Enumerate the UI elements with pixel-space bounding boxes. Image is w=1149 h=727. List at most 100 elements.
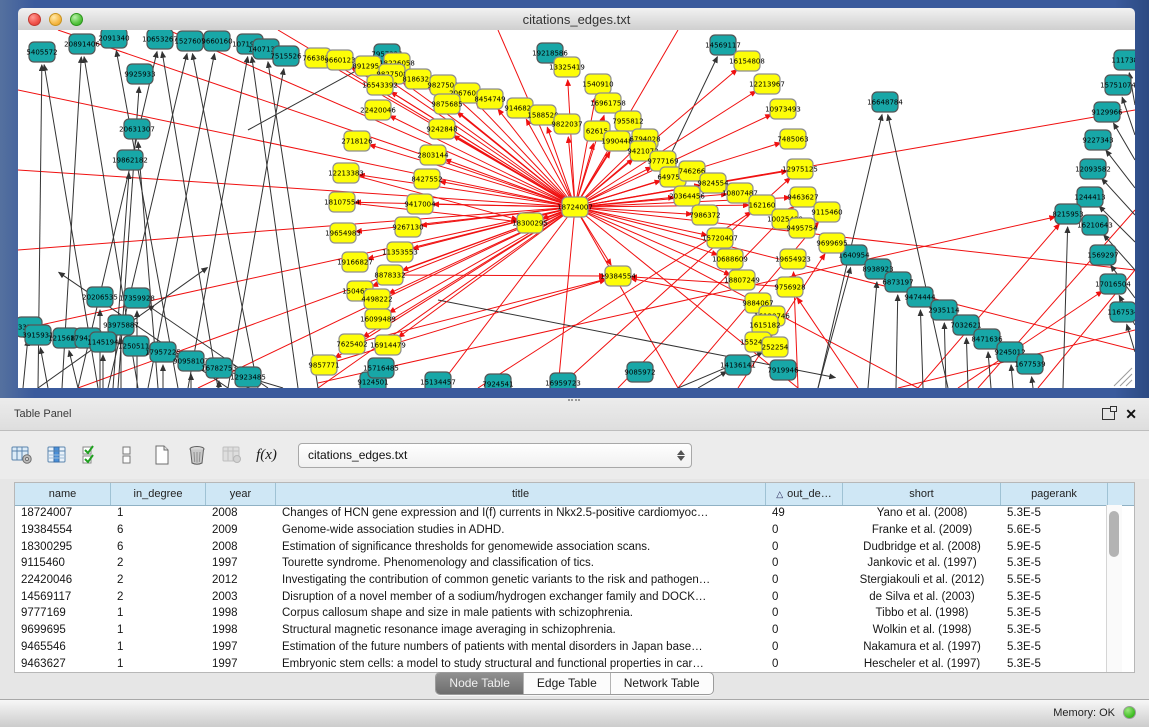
table-cell[interactable]: 1 — [111, 641, 206, 653]
graph-node[interactable]: 20631307 — [119, 119, 155, 139]
graph-node[interactable]: 7955812 — [612, 111, 643, 131]
table-cell[interactable]: Changes of HCN gene expression and I(f) … — [276, 507, 766, 519]
graph-node[interactable]: 22420046 — [360, 100, 396, 120]
table-row[interactable]: 1872400712008Changes of HCN gene express… — [15, 505, 1108, 522]
table-cell[interactable]: 5.3E-5 — [1001, 607, 1108, 619]
table-cell[interactable]: Corpus callosum shape and size in male p… — [276, 607, 766, 619]
table-cell[interactable]: 2008 — [206, 541, 276, 553]
citation-edge-black[interactable] — [966, 338, 968, 388]
graph-node[interactable]: 9822037 — [551, 114, 582, 134]
citation-edge-red[interactable] — [558, 207, 575, 388]
column-header-out_de[interactable]: △out_de… — [766, 483, 843, 505]
table-cell[interactable]: Hescheler et al. (1997) — [843, 658, 1001, 670]
graph-node[interactable]: 9660160 — [201, 31, 232, 51]
table-cell[interactable]: 18724007 — [15, 507, 111, 519]
tab-node-table[interactable]: Node Table — [436, 673, 524, 694]
table-cell[interactable]: 5.3E-5 — [1001, 557, 1108, 569]
graph-node[interactable]: 11353553 — [382, 242, 418, 262]
graph-node[interactable]: 16154808 — [729, 51, 765, 71]
graph-node[interactable]: 10653267 — [142, 30, 178, 49]
citation-edge-red[interactable] — [797, 298, 858, 388]
delete-table-icon[interactable] — [218, 442, 245, 468]
graph-node[interactable]: 9875685 — [431, 94, 462, 114]
graph-node[interactable]: 9085972 — [624, 362, 655, 382]
table-row[interactable]: 946554611997Estimation of the future num… — [15, 639, 1108, 656]
table-mode-icon[interactable] — [8, 442, 35, 468]
table-row[interactable]: 1456911722003Disruption of a novel membe… — [15, 588, 1108, 605]
citation-edge-black[interactable] — [1102, 179, 1135, 215]
graph-node[interactable]: 9227343 — [1082, 130, 1113, 150]
graph-node[interactable]: 16543392 — [362, 75, 398, 95]
table-cell[interactable]: 0 — [766, 557, 843, 569]
vertical-scrollbar[interactable] — [1106, 505, 1122, 672]
graph-node[interactable]: 7986372 — [689, 205, 720, 225]
table-cell[interactable]: 14569117 — [15, 591, 111, 603]
graph-node[interactable]: 1540910 — [582, 74, 613, 94]
graph-node[interactable]: 2091340 — [98, 30, 129, 48]
table-cell[interactable]: 0 — [766, 524, 843, 536]
graph-node[interactable]: 16099489 — [360, 309, 396, 329]
table-cell[interactable]: 0 — [766, 658, 843, 670]
graph-node[interactable]: 8427552 — [411, 169, 442, 189]
citation-edge-black[interactable] — [69, 351, 78, 388]
close-panel-icon[interactable]: ✕ — [1125, 407, 1137, 421]
minimize-window-button[interactable] — [49, 13, 62, 26]
graph-node[interactable]: 9495754 — [786, 218, 818, 238]
table-cell[interactable]: 0 — [766, 624, 843, 636]
graph-node[interactable]: 9115460 — [811, 202, 842, 222]
citation-edge-black[interactable] — [920, 310, 923, 388]
graph-node[interactable]: 9756928 — [774, 277, 805, 297]
table-cell[interactable]: 6 — [111, 541, 206, 553]
graph-node[interactable]: 252254 — [762, 337, 789, 357]
show-columns-icon[interactable] — [43, 442, 70, 468]
table-cell[interactable]: Jankovic et al. (1997) — [843, 557, 1001, 569]
graph-node[interactable]: 18107554 — [324, 192, 360, 212]
graph-node[interactable]: 12923485 — [230, 367, 266, 387]
delete-column-icon[interactable] — [183, 442, 210, 468]
graph-node[interactable]: 8878332 — [374, 265, 405, 285]
table-cell[interactable]: 1998 — [206, 624, 276, 636]
table-cell[interactable]: 0 — [766, 574, 843, 586]
table-cell[interactable]: 5.3E-5 — [1001, 658, 1108, 670]
citation-edge-red[interactable] — [18, 170, 575, 207]
graph-node[interactable]: 9699695 — [816, 233, 847, 253]
window-titlebar[interactable]: citations_edges.txt — [18, 8, 1135, 31]
graph-node[interactable]: 19384554 — [600, 266, 636, 286]
citation-edge-black[interactable] — [1011, 365, 1013, 388]
citation-edge-black[interactable] — [1032, 377, 1033, 388]
table-cell[interactable]: Genome-wide association studies in ADHD. — [276, 524, 766, 536]
column-header-short[interactable]: short — [843, 483, 1001, 505]
column-header-in_degree[interactable]: in_degree — [111, 483, 206, 505]
table-cell[interactable]: 9463627 — [15, 658, 111, 670]
table-cell[interactable]: 5.3E-5 — [1001, 591, 1108, 603]
graph-node[interactable]: 9857771 — [308, 355, 339, 375]
graph-node[interactable]: 19654983 — [325, 223, 361, 243]
graph-node[interactable]: 2803144 — [417, 145, 449, 165]
memory-ok-indicator[interactable] — [1123, 706, 1136, 719]
graph-node[interactable]: 12213383 — [328, 163, 364, 183]
graph-node[interactable]: 7625402 — [336, 334, 367, 354]
table-cell[interactable]: 19384554 — [15, 524, 111, 536]
column-header-year[interactable]: year — [206, 483, 276, 505]
graph-node[interactable]: 7485063 — [777, 129, 808, 149]
graph-node[interactable]: 16914479 — [370, 335, 406, 355]
float-panel-icon[interactable] — [1102, 408, 1115, 420]
graph-node[interactable]: 1244413 — [1074, 187, 1105, 207]
table-cell[interactable]: 2 — [111, 591, 206, 603]
graph-node[interactable]: 8454749 — [474, 89, 505, 109]
table-cell[interactable]: de Silva et al. (2003) — [843, 591, 1001, 603]
table-cell[interactable]: 2 — [111, 557, 206, 569]
network-canvas[interactable]: 5405572208914062091340106532671527607966… — [18, 30, 1135, 388]
graph-node[interactable]: 1569297 — [1087, 245, 1118, 265]
table-cell[interactable]: 49 — [766, 507, 843, 519]
citation-edge-black[interactable] — [1114, 123, 1135, 160]
table-selector-dropdown[interactable]: citations_edges.txt — [298, 443, 692, 468]
table-row[interactable]: 969969511998Structural magnetic resonanc… — [15, 622, 1108, 639]
table-cell[interactable]: 0 — [766, 541, 843, 553]
table-cell[interactable]: 9699695 — [15, 624, 111, 636]
table-row[interactable]: 977716911998Corpus callosum shape and si… — [15, 605, 1108, 622]
graph-node[interactable]: 10688609 — [712, 249, 748, 269]
zoom-window-button[interactable] — [70, 13, 83, 26]
graph-node[interactable]: 16959723 — [545, 373, 581, 388]
graph-node[interactable]: 18300295 — [512, 213, 548, 233]
